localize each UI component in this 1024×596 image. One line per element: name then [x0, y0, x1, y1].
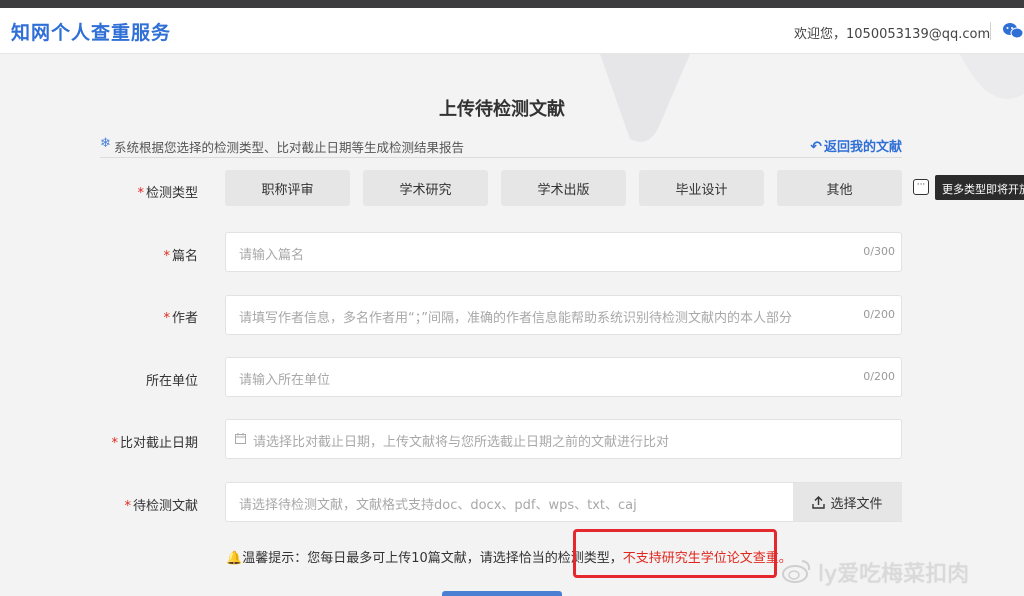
organization-label: 所在单位	[145, 374, 198, 389]
author-input[interactable]: 请填写作者信息，多名作者用“；”间隔，准确的作者信息能帮助系统识别待检测文献内的…	[225, 295, 902, 335]
cutoff-date-picker[interactable]: 请选择比对截止日期，上传文献将与您所选截止日期之前的文献进行比对	[225, 419, 902, 459]
back-link-label: 返回我的文献	[823, 140, 902, 155]
calendar-icon	[235, 433, 246, 444]
type-option-title-review[interactable]: 职称评审	[225, 170, 350, 206]
title-char-count: 0/300	[863, 245, 895, 258]
notice-text: 系统根据您选择的检测类型、比对截止日期等生成检测结果报告	[114, 140, 465, 155]
title-input[interactable]: 请输入篇名 0/300	[225, 232, 902, 272]
required-mark: *	[111, 436, 118, 451]
watermark-text: ly爱吃梅菜扣肉	[818, 562, 970, 587]
tip-prefix: 温馨提示：	[242, 551, 308, 566]
more-types-icon[interactable]: ···	[913, 179, 929, 195]
back-arrow-icon: ↶	[810, 139, 822, 155]
snowflake-icon: ❄	[100, 136, 111, 151]
type-option-other[interactable]: 其他	[777, 170, 902, 206]
wechat-icon[interactable]	[1002, 22, 1024, 40]
cutoff-date-label-text: 比对截止日期	[119, 436, 198, 451]
site-logo[interactable]: 知网个人查重服务	[11, 18, 171, 45]
organization-input[interactable]: 请输入所在单位 0/200	[225, 357, 902, 397]
type-option-graduation-design[interactable]: 毕业设计	[639, 170, 764, 206]
author-input-placeholder: 请填写作者信息，多名作者用“；”间隔，准确的作者信息能帮助系统识别待检测文献内的…	[239, 311, 792, 326]
choose-file-button[interactable]: 选择文件	[793, 483, 902, 521]
notice-bar: ❄ 系统根据您选择的检测类型、比对截止日期等生成检测结果报告 ↶ 返回我的文献	[100, 136, 902, 158]
required-mark: *	[163, 311, 170, 326]
organization-input-placeholder: 请输入所在单位	[239, 373, 331, 388]
title-input-placeholder: 请输入篇名	[239, 248, 305, 263]
cutoff-date-placeholder: 请选择比对截止日期，上传文献将与您所选截止日期之前的文献进行比对	[253, 435, 670, 450]
organization-char-count: 0/200	[863, 370, 895, 383]
type-option-academic-research[interactable]: 学术研究	[363, 170, 488, 206]
type-option-academic-publishing[interactable]: 学术出版	[501, 170, 626, 206]
weibo-watermark-icon	[782, 560, 811, 583]
bell-icon: 🔔	[226, 551, 243, 566]
detection-type-label: * 检测类型	[0, 182, 198, 201]
document-file-placeholder: 请选择待检测文献，文献格式支持doc、docx、pdf、wps、txt、caj	[239, 498, 637, 513]
page-title: 上传待检测文献	[439, 99, 565, 120]
welcome-user-text: 欢迎您，1050053139@qq.com	[794, 27, 991, 42]
back-to-my-documents-link[interactable]: ↶ 返回我的文献	[810, 136, 902, 155]
required-mark: *	[163, 249, 170, 264]
browser-top-strip	[0, 0, 1024, 8]
highlight-annotation-box	[573, 529, 777, 578]
site-header: 知网个人查重服务 欢迎您，1050053139@qq.com	[0, 8, 1024, 54]
author-label: * 作者	[0, 307, 198, 326]
required-mark: *	[124, 499, 131, 514]
submit-button[interactable]	[442, 591, 562, 596]
title-label: * 篇名	[0, 245, 198, 264]
document-file-label: * 待检测文献	[0, 495, 198, 514]
detection-type-label-text: 检测类型	[145, 186, 198, 201]
cutoff-date-label: * 比对截止日期	[0, 432, 198, 451]
choose-file-label: 选择文件	[830, 496, 883, 512]
upload-icon	[812, 495, 826, 509]
header-divider	[990, 22, 991, 40]
required-mark: *	[137, 186, 144, 201]
document-file-label-text: 待检测文献	[132, 499, 198, 514]
author-char-count: 0/200	[863, 308, 895, 321]
more-types-tooltip: 更多类型即将开放	[935, 175, 1024, 200]
title-label-text: 篇名	[171, 249, 198, 264]
author-label-text: 作者	[171, 311, 198, 326]
